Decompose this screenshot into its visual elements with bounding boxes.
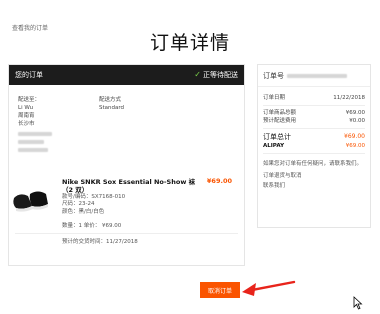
- product-delivery-date: 预计的交货时间：11/27/2018: [62, 238, 138, 245]
- product-info: Nike SNKR Sox Essential No-Show 袜（2 双） 款…: [62, 177, 232, 246]
- page-title: 订单详情: [149, 32, 230, 54]
- annotation-arrow-icon: [242, 280, 296, 296]
- redacted-address: [18, 132, 52, 136]
- payment-row: ALIPAY ¥69.00: [258, 142, 370, 150]
- address-label: 配送至：: [18, 97, 41, 103]
- summary-value: ¥0.00: [349, 118, 365, 124]
- status-text: 正等待配送: [203, 71, 238, 79]
- divider: [263, 153, 365, 154]
- order-number-label: 订单号: [263, 71, 284, 80]
- order-header-title: 您的订单: [15, 71, 43, 79]
- shipping-value: Standard: [99, 105, 125, 111]
- shipping-method: 配送方式 Standard: [99, 96, 124, 112]
- status-badge: ✓ 正等待配送: [194, 70, 238, 80]
- contact-link[interactable]: 联系我们: [258, 182, 370, 190]
- payment-value: ¥69.00: [345, 143, 365, 149]
- address-line-1: Li Wu: [18, 105, 34, 111]
- summary-value: ¥69.00: [345, 110, 365, 116]
- summary-value: 11/22/2018: [333, 95, 365, 101]
- payment-method: ALIPAY: [263, 143, 285, 149]
- returns-link[interactable]: 订单退货与取消: [258, 172, 370, 180]
- product-price: ¥69.00: [206, 177, 232, 185]
- product-image: [13, 191, 48, 212]
- redacted-address: [18, 148, 48, 152]
- cancel-order-button[interactable]: 取消订单: [200, 282, 240, 298]
- mouse-cursor-icon: [353, 296, 363, 310]
- order-total-row: 订单总计 ¥69.00: [258, 132, 370, 142]
- order-summary-card: 订单号 订单日期 11/22/2018 订单商品总额 ¥69.00 预计配送费用…: [257, 64, 371, 228]
- help-text: 如果您对订单有任何疑问，请联系我们。: [263, 161, 363, 167]
- product-color: 颜色：黑/白/白色: [62, 208, 105, 215]
- product-quantity: 数量：1 单价： ¥69.00: [62, 223, 122, 230]
- summary-row: 预计配送费用 ¥0.00: [258, 117, 370, 125]
- product-size: 尺码：23-24: [62, 201, 95, 208]
- address-line-2: 周南宵: [18, 113, 35, 119]
- address-line-3: 长沙市: [18, 121, 35, 127]
- divider: [263, 105, 365, 106]
- summary-label: 订单日期: [263, 95, 286, 101]
- summary-label: 预计配送费用: [263, 118, 297, 124]
- redacted-order-number: [287, 73, 347, 78]
- product-name: Nike SNKR Sox Essential No-Show 袜（2 双）: [62, 178, 196, 194]
- summary-row: 订单日期 11/22/2018: [258, 94, 370, 102]
- shipping-label: 配送方式: [99, 97, 122, 103]
- total-value: ¥69.00: [344, 133, 365, 140]
- delivery-address: 配送至： Li Wu 周南宵 长沙市: [18, 96, 52, 152]
- divider: [263, 128, 365, 129]
- order-number: 订单号: [258, 65, 370, 87]
- order-header: 您的订单 ✓ 正等待配送: [9, 65, 244, 85]
- redacted-address: [18, 140, 44, 144]
- check-icon: ✓: [194, 70, 201, 79]
- summary-row: 订单商品总额 ¥69.00: [258, 109, 370, 117]
- summary-label: 订单商品总额: [263, 110, 297, 116]
- total-label: 订单总计: [263, 133, 291, 141]
